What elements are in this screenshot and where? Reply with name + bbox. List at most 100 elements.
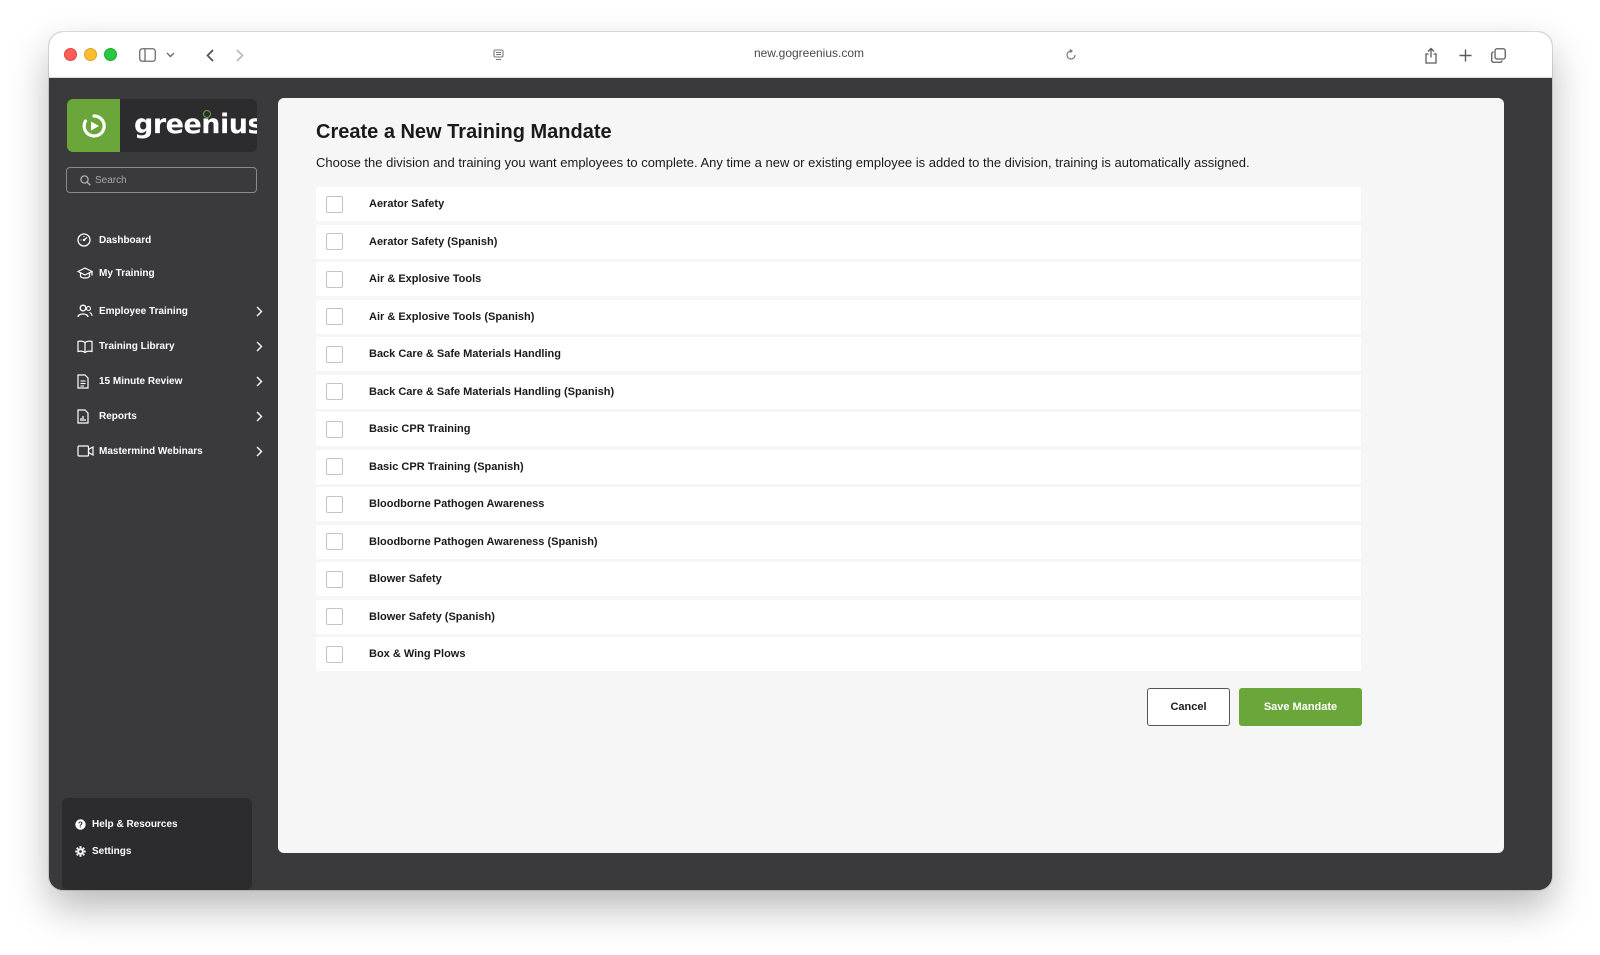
sidebar-item-label: My Training	[99, 267, 155, 279]
training-label: Air & Explosive Tools	[369, 273, 482, 285]
search-icon	[80, 174, 91, 186]
sidebar-item-mastermind-webinars[interactable]: Mastermind Webinars	[69, 439, 269, 463]
browser-window: new.gogreenius.com greenius Search Dashb…	[49, 32, 1552, 890]
sidebar: greenius Dashboard	[49, 78, 277, 890]
chevron-right-icon[interactable]	[249, 411, 269, 422]
training-row[interactable]: Air & Explosive Tools (Spanish)	[316, 299, 1361, 334]
main-panel: Create a New Training Mandate Choose the…	[278, 98, 1504, 853]
training-checkbox[interactable]	[326, 533, 343, 550]
training-row[interactable]: Basic CPR Training	[316, 412, 1361, 446]
app-container: greenius Dashboard	[49, 78, 1552, 890]
dashboard-icon	[69, 233, 99, 247]
minimize-window-button[interactable]	[84, 48, 97, 61]
training-checkbox[interactable]	[326, 383, 343, 400]
page-description: Choose the division and training you wan…	[316, 155, 1250, 170]
zoom-window-button[interactable]	[104, 48, 117, 61]
tab-overview-icon[interactable]	[1489, 45, 1507, 65]
sidebar-item-label: Training Library	[99, 340, 175, 352]
help-resources-link[interactable]: ? Help & Resources	[75, 815, 178, 833]
sidebar-item-reports[interactable]: Reports	[69, 404, 269, 428]
training-label: Back Care & Safe Materials Handling (Spa…	[369, 385, 615, 398]
training-checkbox[interactable]	[326, 458, 343, 475]
training-checkbox[interactable]	[326, 495, 343, 513]
cancel-button[interactable]: Cancel	[1147, 688, 1230, 726]
training-checkbox[interactable]	[326, 345, 343, 363]
training-label: Air & Explosive Tools (Spanish)	[369, 310, 535, 323]
training-label: Aerator Safety	[369, 198, 445, 210]
video-icon	[69, 445, 99, 457]
chevron-right-icon[interactable]	[249, 376, 269, 387]
close-window-button[interactable]	[64, 48, 77, 61]
sidebar-item-training-library[interactable]: Training Library	[69, 334, 269, 358]
forward-icon[interactable]	[231, 45, 249, 65]
training-label: Bloodborne Pathogen Awareness	[369, 498, 545, 510]
training-label: Back Care & Safe Materials Handling	[369, 348, 561, 360]
page-title: Create a New Training Mandate	[316, 121, 612, 143]
training-checkbox[interactable]	[326, 308, 343, 325]
new-tab-icon[interactable]	[1456, 45, 1474, 65]
sidebar-item-label: Dashboard	[99, 234, 152, 246]
sidebar-footer: ? Help & Resources Settings	[62, 798, 252, 890]
training-row[interactable]: Bloodborne Pathogen Awareness	[316, 487, 1361, 521]
training-row[interactable]: Air & Explosive Tools	[316, 262, 1361, 296]
training-checkbox[interactable]	[326, 270, 343, 288]
search-box[interactable]	[66, 167, 257, 193]
training-label: Basic CPR Training	[369, 423, 471, 435]
save-mandate-button[interactable]: Save Mandate	[1239, 688, 1362, 726]
logo-accent-icon	[203, 110, 211, 118]
training-label: Basic CPR Training (Spanish)	[369, 460, 524, 473]
sidebar-item-label: Employee Training	[99, 305, 188, 317]
document-icon	[69, 373, 99, 389]
training-checkbox[interactable]	[326, 570, 343, 588]
address-bar[interactable]: new.gogreenius.com	[709, 46, 909, 60]
chevron-down-icon[interactable]	[163, 45, 177, 65]
training-row[interactable]: Back Care & Safe Materials Handling	[316, 337, 1361, 371]
training-row[interactable]: Box & Wing Plows	[316, 637, 1361, 671]
help-label: Help & Resources	[92, 818, 178, 830]
report-icon	[69, 408, 99, 424]
training-row[interactable]: Back Care & Safe Materials Handling (Spa…	[316, 374, 1361, 409]
training-label: Blower Safety (Spanish)	[369, 610, 495, 623]
training-label: Blower Safety	[369, 573, 442, 585]
training-label: Aerator Safety (Spanish)	[369, 235, 498, 248]
chevron-right-icon[interactable]	[249, 306, 269, 317]
training-row[interactable]: Blower Safety (Spanish)	[316, 599, 1361, 634]
training-checkbox[interactable]	[326, 645, 343, 663]
sidebar-item-employee-training[interactable]: Employee Training	[69, 299, 269, 323]
chevron-right-icon[interactable]	[249, 341, 269, 352]
training-row[interactable]: Aerator Safety (Spanish)	[316, 224, 1361, 259]
back-icon[interactable]	[201, 45, 219, 65]
search-input[interactable]	[95, 174, 245, 186]
training-row[interactable]: Bloodborne Pathogen Awareness (Spanish)	[316, 524, 1361, 559]
brand-logo[interactable]: greenius	[67, 99, 257, 152]
sidebar-item-dashboard[interactable]: Dashboard	[69, 228, 269, 252]
training-label: Bloodborne Pathogen Awareness (Spanish)	[369, 535, 598, 548]
training-checkbox[interactable]	[326, 608, 343, 625]
svg-text:?: ?	[78, 820, 83, 829]
training-row[interactable]: Basic CPR Training (Spanish)	[316, 449, 1361, 484]
reload-icon[interactable]	[1063, 45, 1079, 65]
settings-link[interactable]: Settings	[75, 842, 131, 860]
reader-icon[interactable]	[490, 45, 506, 65]
sidebar-item-label: Mastermind Webinars	[99, 445, 203, 457]
training-row[interactable]: Blower Safety	[316, 562, 1361, 596]
logo-icon	[67, 99, 120, 152]
training-checkbox[interactable]	[326, 233, 343, 250]
training-row[interactable]: Aerator Safety	[316, 187, 1361, 221]
users-icon	[69, 304, 99, 318]
chevron-right-icon[interactable]	[249, 446, 269, 457]
sidebar-item-my-training[interactable]: My Training	[69, 261, 269, 285]
share-icon[interactable]	[1422, 45, 1440, 65]
training-checkbox[interactable]	[326, 420, 343, 438]
sidebar-item-label: Reports	[99, 410, 137, 422]
brand-name: greenius	[134, 109, 257, 140]
sidebar-item-label: 15 Minute Review	[99, 375, 183, 387]
browser-toolbar: new.gogreenius.com	[49, 32, 1552, 78]
training-label: Box & Wing Plows	[369, 648, 466, 660]
sidebar-item-15-minute-review[interactable]: 15 Minute Review	[69, 369, 269, 393]
help-icon: ?	[75, 818, 92, 830]
training-checkbox[interactable]	[326, 195, 343, 213]
book-icon	[69, 340, 99, 353]
sidebar-toggle-icon[interactable]	[137, 45, 157, 65]
gear-icon	[75, 845, 92, 857]
